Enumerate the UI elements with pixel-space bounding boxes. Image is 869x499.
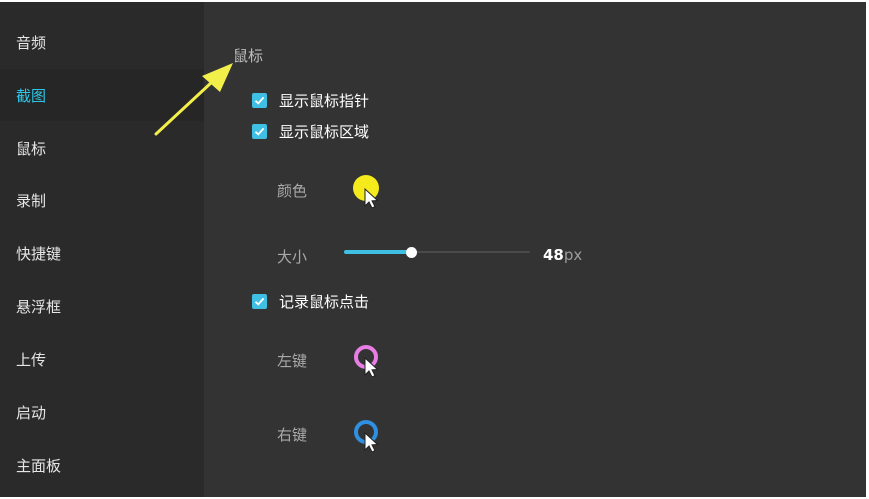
highlight-color-swatch[interactable] xyxy=(351,174,385,209)
sidebar-item-main-panel[interactable]: 主面板 xyxy=(0,439,204,491)
color-label: 颜色 xyxy=(277,182,308,200)
sidebar-item-mouse[interactable]: 鼠标 xyxy=(0,122,204,174)
right-click-label: 右键 xyxy=(277,426,308,444)
show-area-label: 显示鼠标区域 xyxy=(279,123,370,141)
sidebar-item-screenshot[interactable]: 截图 xyxy=(0,69,204,121)
left-click-label: 左键 xyxy=(277,352,308,370)
size-value: 48 xyxy=(543,246,564,264)
sidebar-item-label: 快捷键 xyxy=(16,244,62,263)
slider-handle[interactable] xyxy=(405,247,417,258)
sidebar-item-label: 鼠标 xyxy=(16,139,47,158)
checkbox-checked-icon xyxy=(252,93,267,108)
slider-fill xyxy=(344,250,411,254)
settings-window: 音频 截图 鼠标 录制 快捷键 悬浮框 上传 启动 主面板 鼠标 显示鼠标指针 … xyxy=(0,2,866,497)
checkbox-checked-icon xyxy=(252,294,267,309)
sidebar-item-record[interactable]: 录制 xyxy=(0,174,204,226)
sidebar-item-label: 主面板 xyxy=(16,456,62,475)
show-area-checkbox[interactable]: 显示鼠标区域 xyxy=(252,121,369,142)
sidebar-item-label: 启动 xyxy=(16,403,47,422)
sidebar-item-label: 录制 xyxy=(16,191,47,210)
sidebar-item-label: 截图 xyxy=(16,86,47,105)
right-click-color-swatch[interactable] xyxy=(351,418,385,453)
section-title: 鼠标 xyxy=(233,47,264,65)
sidebar-item-startup[interactable]: 启动 xyxy=(0,386,204,438)
sidebar-item-label: 上传 xyxy=(16,350,47,369)
sidebar-nav: 音频 截图 鼠标 录制 快捷键 悬浮框 上传 启动 主面板 xyxy=(0,2,204,497)
size-readout: 48px xyxy=(543,246,582,264)
sidebar-item-audio[interactable]: 音频 xyxy=(0,16,204,68)
record-clicks-checkbox[interactable]: 记录鼠标点击 xyxy=(252,291,369,312)
sidebar-item-upload[interactable]: 上传 xyxy=(0,333,204,385)
sidebar-item-floating-box[interactable]: 悬浮框 xyxy=(0,280,204,332)
sidebar-item-hotkeys[interactable]: 快捷键 xyxy=(0,227,204,279)
sidebar-item-label: 悬浮框 xyxy=(16,297,62,316)
show-pointer-label: 显示鼠标指针 xyxy=(279,92,370,110)
mouse-settings-panel: 鼠标 显示鼠标指针 显示鼠标区域 颜色 大小 48px 记录鼠标点击 左键 右键 xyxy=(204,2,866,497)
checkbox-checked-icon xyxy=(252,124,267,139)
left-click-color-swatch[interactable] xyxy=(351,343,385,378)
record-clicks-label: 记录鼠标点击 xyxy=(279,293,370,311)
size-slider[interactable] xyxy=(344,245,530,259)
size-unit: px xyxy=(563,246,583,264)
size-label: 大小 xyxy=(277,248,308,266)
show-pointer-checkbox[interactable]: 显示鼠标指针 xyxy=(252,90,369,111)
sidebar-item-label: 音频 xyxy=(16,33,47,52)
